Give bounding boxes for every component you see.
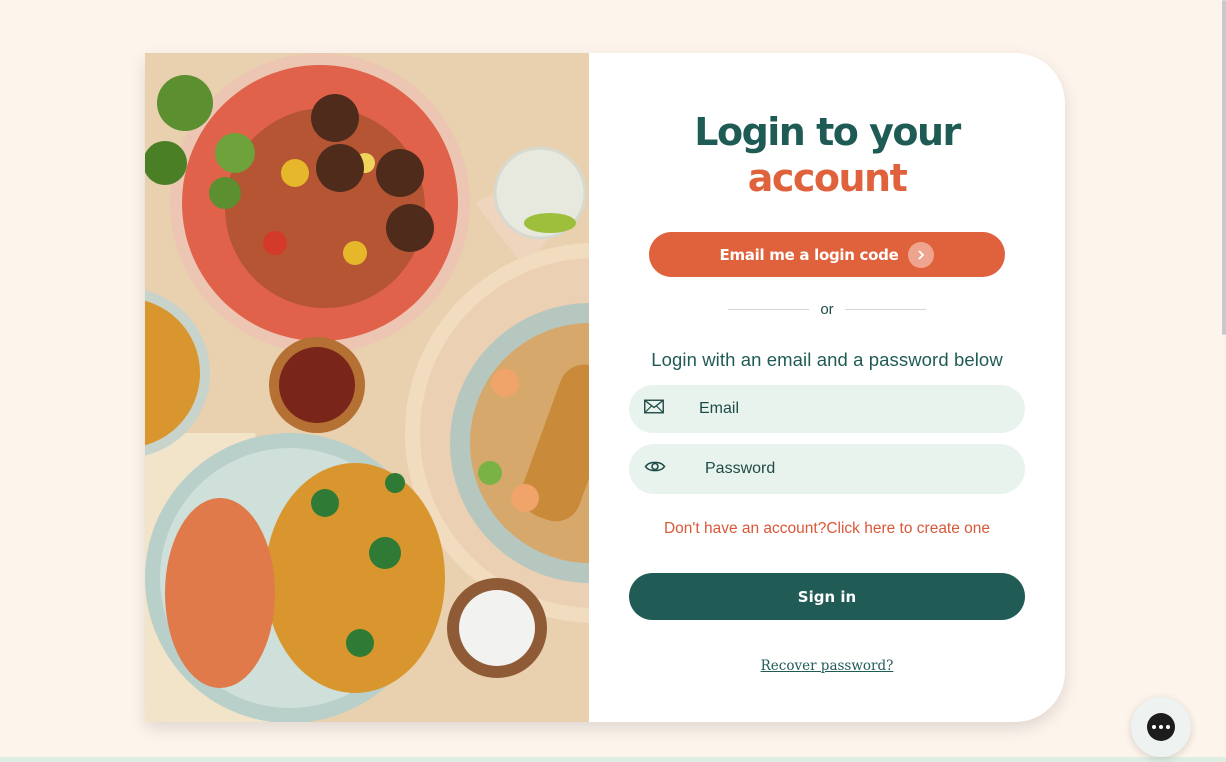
chat-button[interactable] xyxy=(1131,697,1191,757)
scrollbar[interactable] xyxy=(1222,0,1226,335)
password-login-subtitle: Login with an email and a password below xyxy=(651,349,1003,370)
login-card: Login to your account Email me a login c… xyxy=(145,53,1065,722)
sign-in-button[interactable]: Sign in xyxy=(629,573,1025,620)
divider-line-right xyxy=(845,308,926,310)
eye-icon[interactable] xyxy=(644,460,666,479)
login-form: Login to your account Email me a login c… xyxy=(589,53,1065,722)
recover-password-link[interactable]: Recover password? xyxy=(761,658,894,674)
email-login-code-label: Email me a login code xyxy=(719,245,899,264)
email-input[interactable] xyxy=(699,385,1005,433)
email-login-code-button[interactable]: Email me a login code xyxy=(649,232,1005,277)
envelope-icon xyxy=(644,399,664,419)
email-field[interactable] xyxy=(629,385,1025,433)
create-account-link[interactable]: Don't have an account?Click here to crea… xyxy=(589,520,1065,538)
title-line-1: Login to your xyxy=(694,110,961,154)
divider-line-left xyxy=(728,308,809,310)
divider-text: or xyxy=(820,300,834,318)
chat-dots-icon xyxy=(1147,713,1175,741)
chevron-right-icon xyxy=(908,241,935,268)
password-input[interactable] xyxy=(705,444,1005,494)
password-field[interactable] xyxy=(629,444,1025,494)
bottom-strip xyxy=(0,757,1226,762)
title-line-2: account xyxy=(747,156,908,200)
or-divider: or xyxy=(728,298,926,320)
food-photo xyxy=(145,53,589,722)
page-title: Login to your account xyxy=(589,109,1065,201)
recover-password-container: Recover password? xyxy=(589,657,1065,675)
